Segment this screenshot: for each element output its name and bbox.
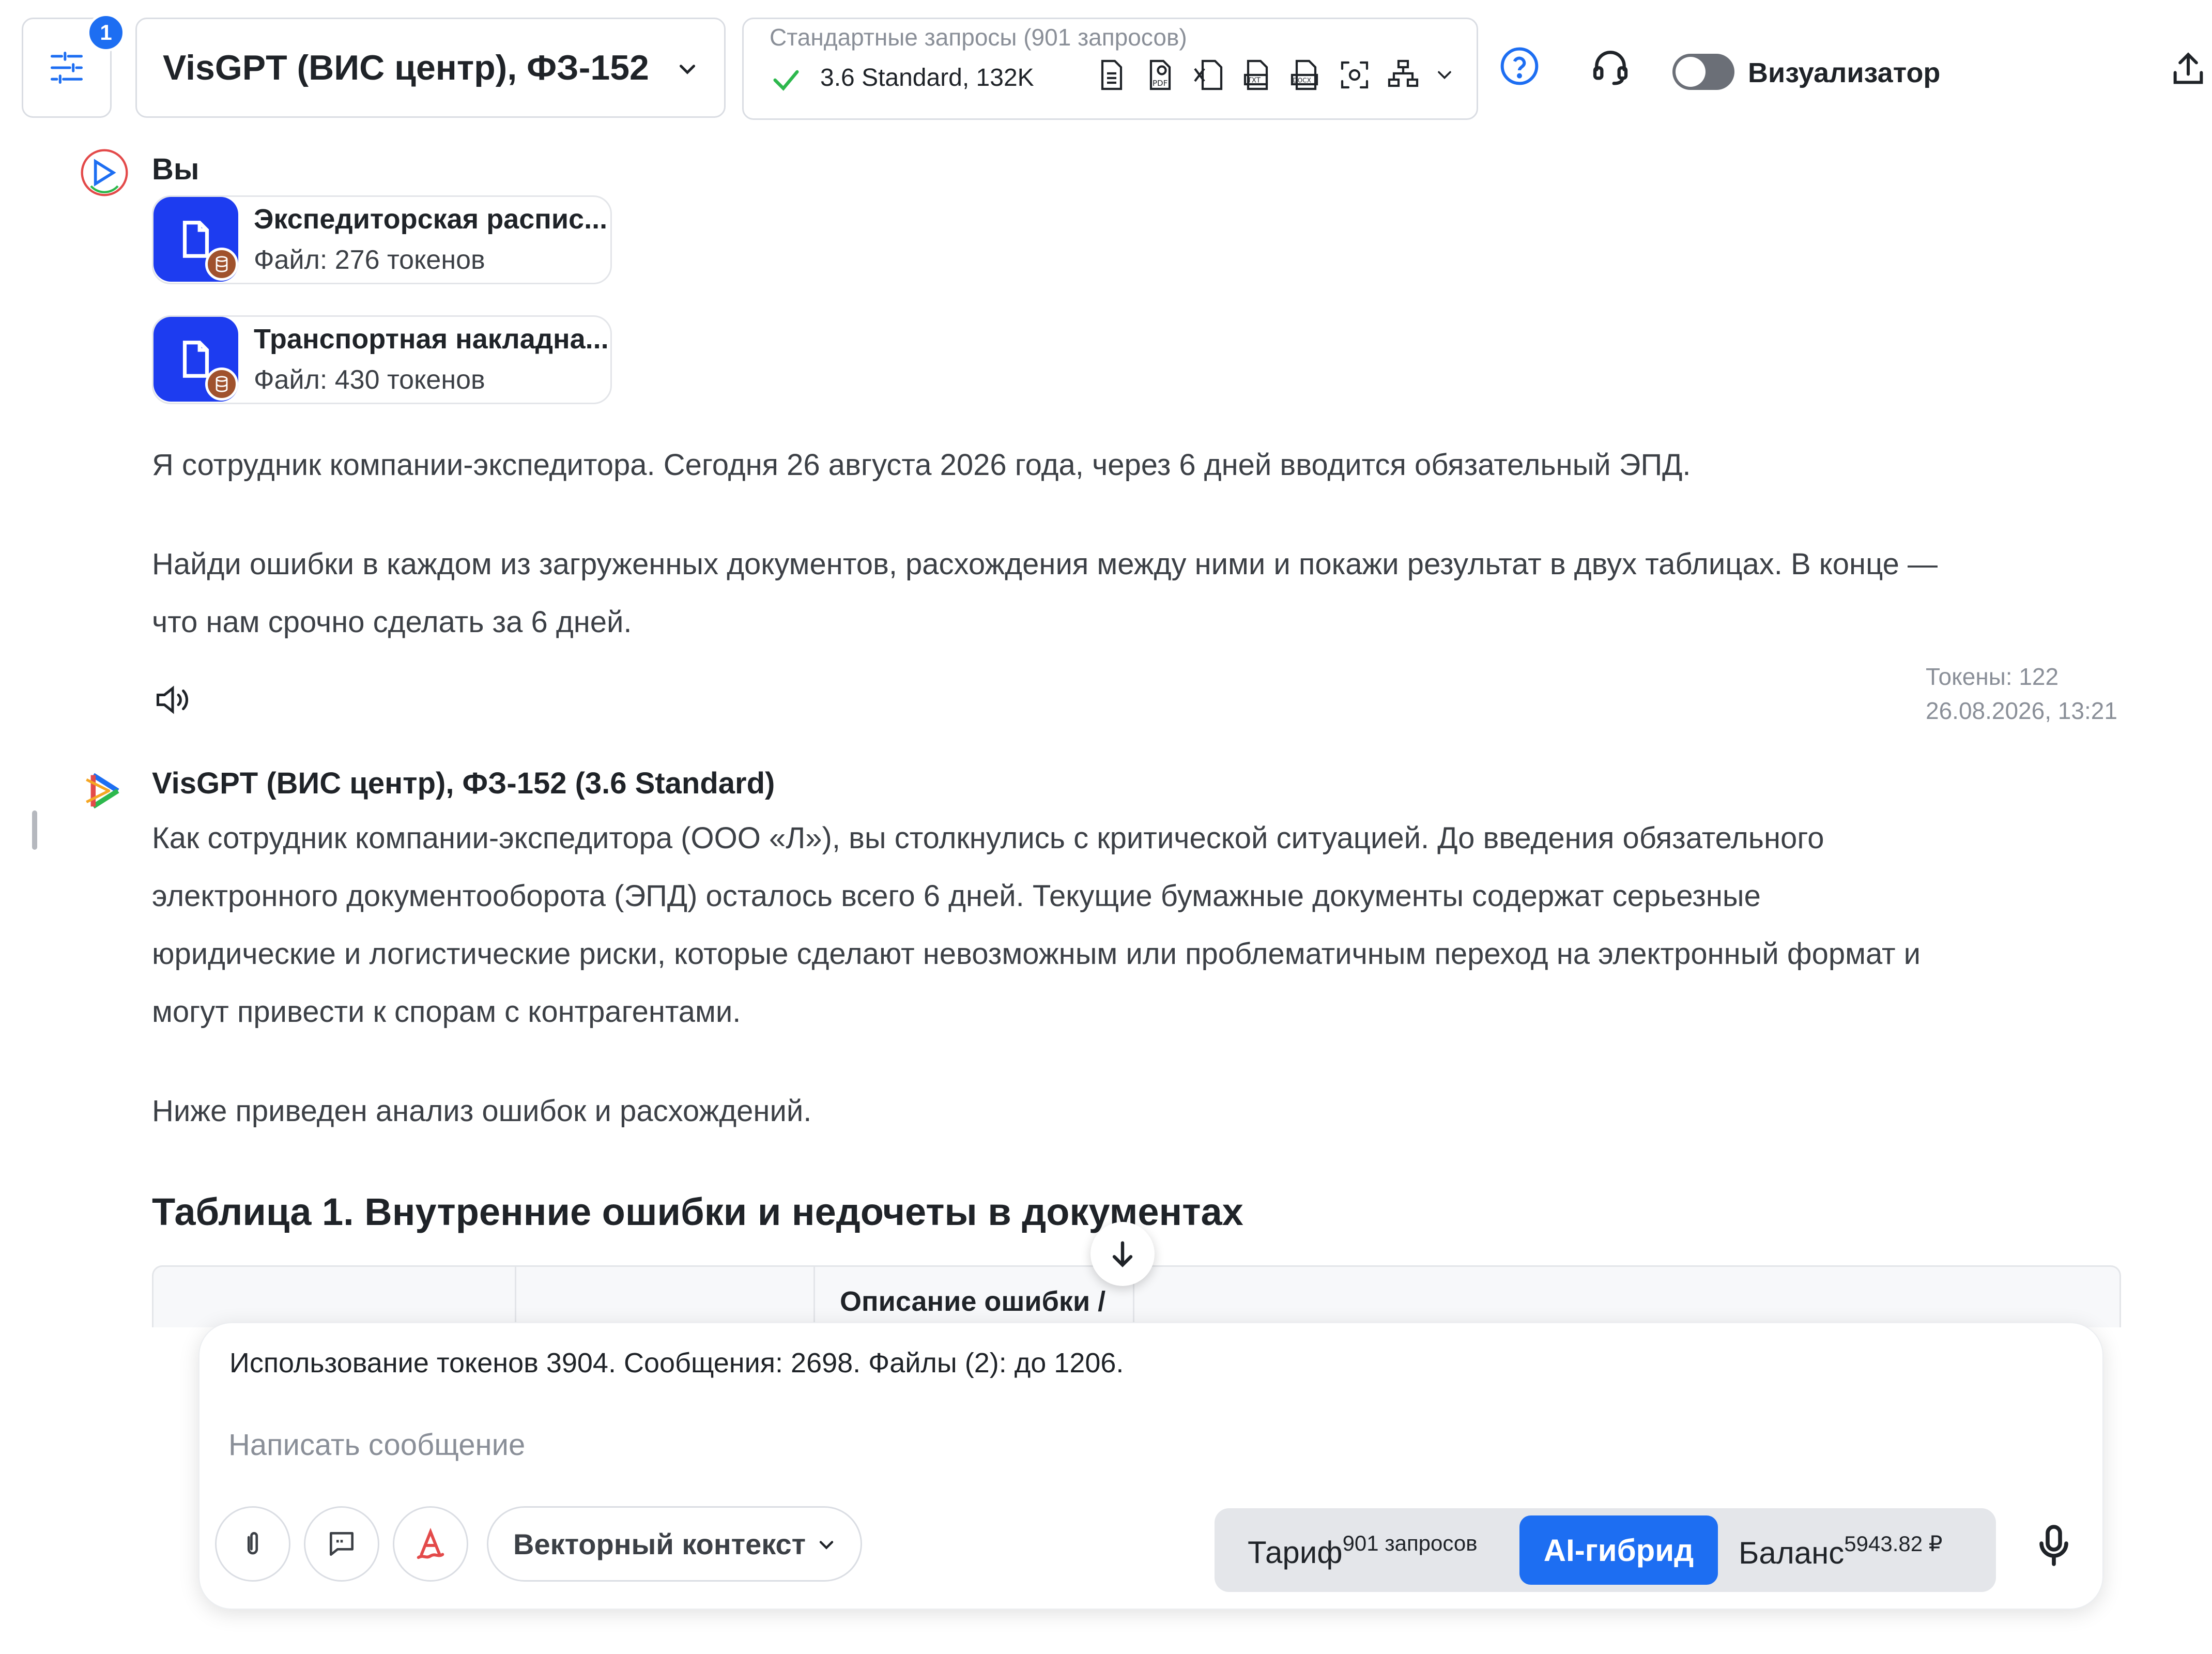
arrow-down-icon [1112, 1241, 1133, 1267]
mode-balance[interactable]: Баланс5943.82 ₽ [1739, 1531, 1942, 1571]
txt-icon: TXT [1243, 59, 1268, 90]
scan-icon [1341, 61, 1369, 89]
svg-text:PDF: PDF [1153, 79, 1168, 88]
mode-switcher: Тариф901 запросов AI-гибрид Баланс5943.8… [1215, 1508, 1996, 1592]
file-name: Экспедиторская распис... [254, 204, 608, 235]
bot-avatar [86, 773, 119, 809]
visualizer-toggle[interactable] [1672, 54, 1734, 90]
vector-context-select[interactable]: Векторный контекст [487, 1506, 862, 1582]
pdf-icon: PDF [1149, 59, 1171, 90]
message-meta: Токены: 122 26.08.2026, 13:21 [1926, 660, 2117, 728]
chat-quote-icon [330, 1532, 354, 1556]
token-count: Токены: 122 [1926, 663, 2059, 690]
attach-button[interactable] [215, 1506, 290, 1582]
chevron-down-icon [1438, 71, 1451, 80]
prompts-button[interactable] [304, 1506, 379, 1582]
bot-message-line: Как сотрудник компании-экспедитора (ООО … [152, 821, 1824, 855]
user-avatar [81, 149, 128, 196]
help-icon[interactable] [1499, 45, 1540, 87]
chevron-down-icon [680, 65, 695, 74]
doc-icon [1101, 59, 1123, 90]
bot-summary-text: Ниже приведен анализ ошибок и расхождени… [152, 1094, 812, 1128]
hierarchy-icon [1388, 59, 1419, 87]
bot-message-line: юридические и логистические риски, котор… [152, 937, 1921, 971]
paperclip-icon [247, 1532, 258, 1555]
message-timestamp: 26.08.2026, 13:21 [1926, 697, 2117, 724]
user-message-text: Найди ошибки в каждом из загруженных док… [152, 547, 1938, 581]
requests-caption: Стандартные запросы (901 запросов) [770, 24, 1187, 51]
model-selector[interactable]: VisGPT (ВИС центр), ФЗ-152 [135, 18, 726, 118]
file-name: Транспортная накладна... [254, 324, 609, 355]
headset-icon[interactable] [1590, 45, 1631, 87]
docx-icon: DOCX [1291, 59, 1318, 90]
table-heading: Таблица 1. Внутренние ошибки и недочеты … [152, 1190, 1243, 1233]
attached-file-card[interactable]: Транспортная накладна... Файл: 430 токен… [152, 315, 612, 404]
table-header-cell [153, 1267, 516, 1327]
user-message-text: что нам срочно сделать за 6 дней. [152, 605, 632, 639]
scroll-indicator[interactable] [32, 810, 37, 850]
user-author-name: Вы [152, 152, 199, 186]
attached-file-card[interactable]: Экспедиторская распис... Файл: 276 токен… [152, 195, 612, 284]
microphone-icon[interactable] [2029, 1521, 2079, 1570]
settings-badge: 1 [87, 13, 125, 52]
message-input[interactable] [228, 1421, 1779, 1468]
bot-message-line: могут привести к спорам с контрагентами. [152, 995, 741, 1029]
mode-tarif[interactable]: Тариф901 запросов [1248, 1531, 1478, 1570]
chevron-down-icon [819, 1541, 834, 1550]
mode-ai-hybrid[interactable]: AI-гибрид [1519, 1515, 1718, 1585]
file-size: Файл: 276 токенов [254, 245, 485, 275]
balance-amount: 5943.82 ₽ [1844, 1532, 1943, 1556]
user-message-text: Я сотрудник компании-экспедитора. Сегодн… [152, 448, 1691, 482]
bot-message-line: электронного документооборота (ЭПД) оста… [152, 879, 1761, 913]
svg-text:TXT: TXT [1247, 76, 1261, 84]
share-icon[interactable] [2169, 50, 2208, 89]
sliders-icon [50, 51, 83, 84]
table-header-cell [516, 1267, 815, 1327]
balance-label: Баланс [1739, 1536, 1845, 1570]
tarif-requests: 901 запросов [1342, 1531, 1478, 1555]
spellcheck-a-icon [417, 1527, 444, 1559]
scroll-down-button[interactable] [1090, 1222, 1155, 1286]
toggle-knob [1676, 57, 1706, 87]
database-icon [205, 367, 238, 401]
request-plan-selector[interactable]: Стандартные запросы (901 запросов) 3.6 S… [742, 18, 1478, 120]
database-icon [205, 248, 238, 281]
message-composer: Использование токенов 3904. Сообщения: 2… [198, 1322, 2103, 1610]
model-title: VisGPT (ВИС центр), ФЗ-152 [163, 48, 649, 87]
model-version: 3.6 Standard, 132K [820, 64, 1034, 91]
svg-text:DOCX: DOCX [1293, 76, 1311, 84]
xls-icon [1194, 59, 1223, 90]
vector-context-label: Векторный контекст [513, 1527, 806, 1560]
token-usage-text: Использование токенов 3904. Сообщения: 2… [229, 1347, 1124, 1379]
visualizer-label: Визуализатор [1748, 57, 1941, 88]
speaker-icon[interactable] [152, 680, 193, 719]
bot-author-name: VisGPT (ВИС центр), ФЗ-152 (3.6 Standard… [152, 767, 775, 800]
file-size: Файл: 430 токенов [254, 365, 485, 395]
check-icon [773, 70, 799, 91]
tarif-label: Тариф [1248, 1535, 1343, 1570]
spellcheck-button[interactable] [393, 1506, 468, 1582]
table-header-label: Описание ошибки / [840, 1286, 1106, 1317]
